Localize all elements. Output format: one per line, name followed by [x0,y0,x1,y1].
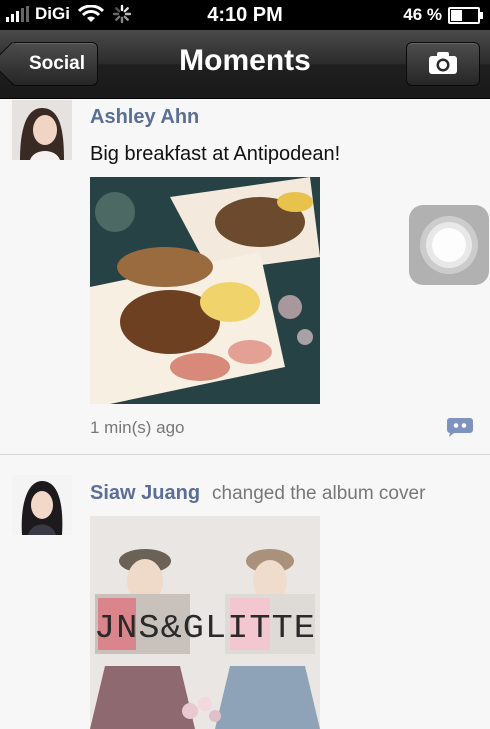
battery-icon [448,6,483,24]
post-timestamp: 1 min(s) ago [90,418,185,437]
feed-post: Siaw Juang changed the album cover JNS&GL… [0,455,490,729]
food-photo-image [90,177,320,404]
album-cover-caption: JNS&GLITTE [94,610,316,647]
post-author[interactable]: Ashley Ahn [90,106,199,129]
camera-icon [429,52,457,74]
post-author[interactable]: Siaw Juang changed the album cover [90,482,425,505]
camera-button[interactable] [406,42,480,86]
album-cover-image: JNS&GLITTE [90,516,320,729]
comment-icon [447,418,473,437]
avatar-image [12,475,72,535]
post-text: Big breakfast at Antipodean! [90,143,341,165]
navigation-bar: Social Moments [0,30,490,99]
post-action: changed the album cover [212,483,426,504]
avatar-image [12,100,72,160]
post-photo[interactable] [90,177,320,404]
status-right: 46 % [403,5,483,25]
avatar[interactable] [12,100,72,160]
comment-button[interactable] [446,417,474,437]
assistive-touch-center [432,228,466,262]
avatar[interactable] [12,475,72,535]
post-author-name[interactable]: Siaw Juang [90,482,200,504]
battery-percent: 46 % [403,5,442,24]
status-bar: DiGi 4:10 PM 46 % [0,0,490,30]
battery-fill [451,9,463,21]
assistive-touch-button[interactable] [409,205,489,285]
album-cover-photo[interactable]: JNS&GLITTE [90,516,320,729]
